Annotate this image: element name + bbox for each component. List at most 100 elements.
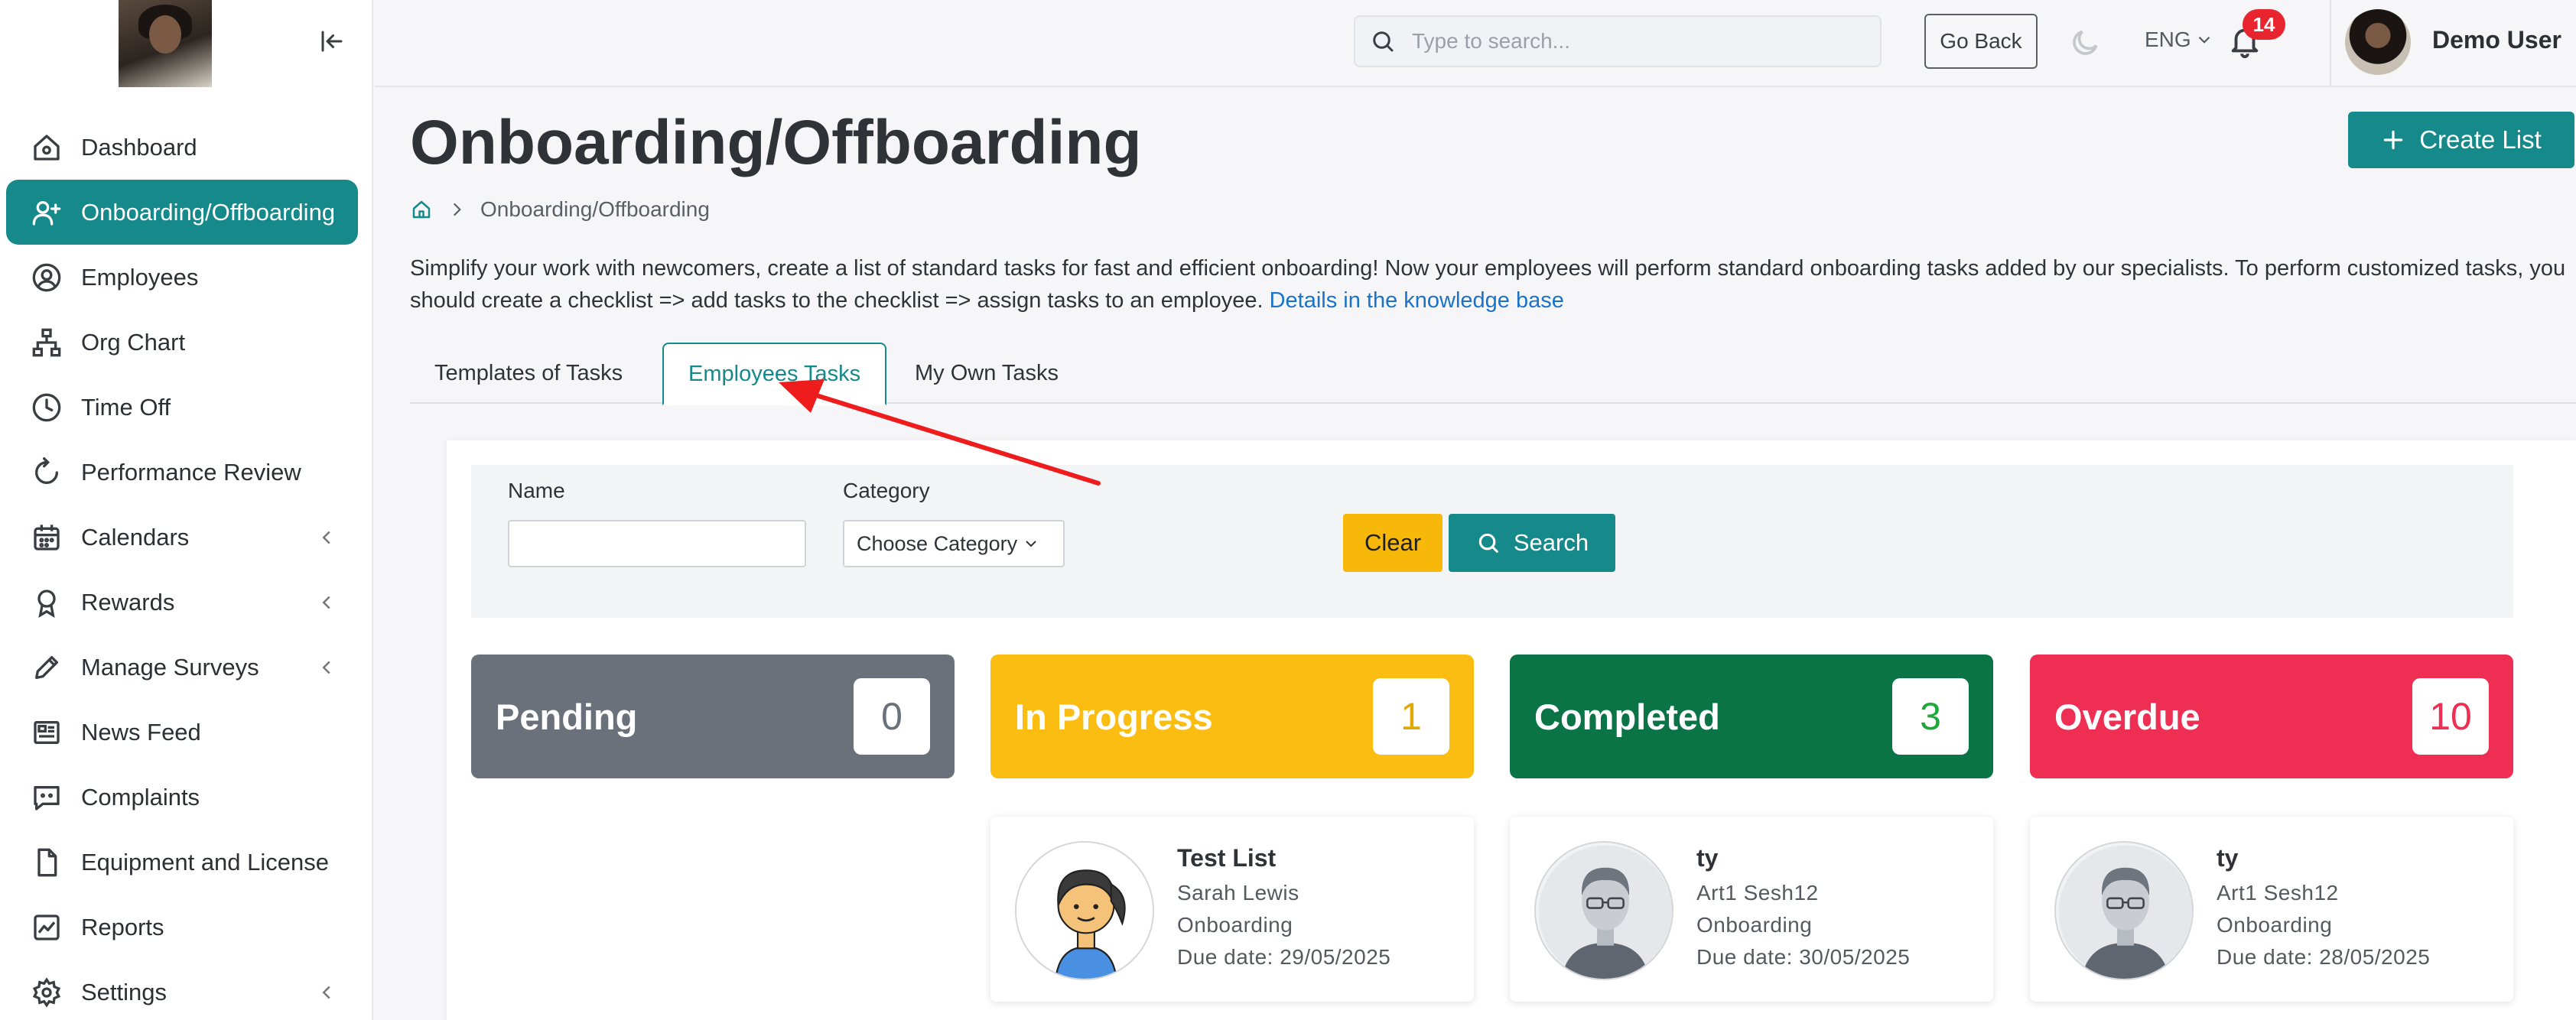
- language-label: ENG: [2145, 28, 2191, 51]
- sidebar-item-calendars[interactable]: Calendars: [6, 505, 358, 570]
- chevron-down-icon: [1026, 541, 1036, 547]
- breadcrumb-current: Onboarding/Offboarding: [480, 197, 710, 221]
- search-icon: [1373, 31, 1394, 52]
- search-button[interactable]: Search: [1449, 514, 1615, 572]
- tab-my-own-tasks[interactable]: My Own Tasks: [890, 343, 1083, 404]
- sidebar-item-news-feed[interactable]: News Feed: [6, 700, 358, 765]
- profile-face: [149, 15, 181, 54]
- calendar-icon: [29, 520, 64, 555]
- task-card[interactable]: ty Art1 Sesh12 Onboarding Due date: 30/0…: [1510, 817, 1993, 1002]
- status-completed[interactable]: Completed 3: [1510, 655, 1993, 778]
- refresh-icon: [29, 455, 64, 490]
- task-card-person: Art1 Sesh12: [1696, 881, 1819, 905]
- status-count: 1: [1373, 678, 1449, 755]
- home-icon: [29, 130, 64, 165]
- sidebar-item-label: Equipment and License: [81, 848, 330, 875]
- status-overdue[interactable]: Overdue 10: [2030, 655, 2513, 778]
- newspaper-icon: [29, 715, 64, 750]
- male-avatar-icon: [2054, 841, 2194, 980]
- name-label: Name: [508, 479, 565, 502]
- collapse-sidebar-icon[interactable]: [315, 24, 349, 58]
- status-count: 0: [854, 678, 930, 755]
- name-input[interactable]: [508, 520, 806, 567]
- task-card-title: ty: [1696, 844, 1719, 872]
- sidebar: Dashboard Onboarding/Offboarding Employe…: [0, 0, 373, 1020]
- sidebar-item-performance-review[interactable]: Performance Review: [6, 440, 358, 505]
- status-in-progress[interactable]: In Progress 1: [990, 655, 1474, 778]
- sidebar-item-label: Rewards: [81, 588, 175, 616]
- task-tabs: Templates of Tasks Employees Tasks My Ow…: [410, 343, 2576, 405]
- user-circle-icon: [29, 260, 64, 295]
- chart-line-icon: [29, 910, 64, 945]
- status-pending[interactable]: Pending 0: [471, 655, 955, 778]
- sidebar-item-employees[interactable]: Employees: [6, 245, 358, 310]
- award-icon: [29, 585, 64, 620]
- search-input[interactable]: [1412, 29, 1840, 54]
- sidebar-item-onboarding[interactable]: Onboarding/Offboarding: [6, 180, 358, 245]
- task-card[interactable]: Test List Sarah Lewis Onboarding Due dat…: [990, 817, 1474, 1002]
- sidebar-item-complaints[interactable]: Complaints: [6, 765, 358, 830]
- category-label: Category: [843, 479, 930, 502]
- topbar-divider: [2330, 0, 2331, 86]
- sidebar-item-org-chart[interactable]: Org Chart: [6, 310, 358, 375]
- sidebar-item-label: Complaints: [81, 783, 200, 810]
- sidebar-item-equipment[interactable]: Equipment and License: [6, 830, 358, 895]
- task-card[interactable]: ty Art1 Sesh12 Onboarding Due date: 28/0…: [2030, 817, 2513, 1002]
- sidebar-item-dashboard[interactable]: Dashboard: [6, 115, 358, 180]
- category-select-value: Choose Category: [857, 531, 1018, 555]
- task-card-title: ty: [2217, 844, 2239, 872]
- clear-button[interactable]: Clear: [1343, 514, 1442, 572]
- sidebar-item-label: Manage Surveys: [81, 653, 259, 681]
- task-card-type: Onboarding: [1177, 913, 1293, 937]
- tab-employees-tasks[interactable]: Employees Tasks: [662, 343, 887, 405]
- status-label: Pending: [496, 696, 638, 737]
- sidebar-item-label: Onboarding/Offboarding: [81, 198, 336, 226]
- search-button-label: Search: [1513, 529, 1589, 556]
- page-description: Simplify your work with newcomers, creat…: [410, 252, 2576, 317]
- status-count: 3: [1892, 678, 1969, 755]
- global-search[interactable]: [1354, 15, 1882, 67]
- language-selector[interactable]: ENG: [2145, 28, 2214, 52]
- sidebar-item-label: Calendars: [81, 523, 190, 551]
- avatar[interactable]: [2345, 9, 2411, 75]
- tab-templates-of-tasks[interactable]: Templates of Tasks: [410, 343, 647, 404]
- knowledge-base-link[interactable]: Details in the knowledge base: [1270, 288, 1564, 313]
- chevron-left-icon: [322, 986, 330, 999]
- breadcrumb: Onboarding/Offboarding: [410, 197, 710, 222]
- sidebar-item-rewards[interactable]: Rewards: [6, 570, 358, 635]
- go-back-button[interactable]: Go Back: [1924, 14, 2038, 69]
- sidebar-item-label: Settings: [81, 978, 168, 1005]
- chevron-left-icon: [322, 531, 330, 544]
- task-card-person: Sarah Lewis: [1177, 881, 1299, 905]
- user-plus-icon: [29, 195, 64, 230]
- task-card-due-date: Due date: 29/05/2025: [1177, 945, 1391, 969]
- user-name[interactable]: Demo User: [2432, 26, 2561, 54]
- create-list-label: Create List: [2419, 125, 2542, 154]
- sidebar-item-manage-surveys[interactable]: Manage Surveys: [6, 635, 358, 700]
- org-chart-icon: [29, 325, 64, 360]
- sidebar-item-label: Dashboard: [81, 133, 197, 161]
- task-card-title: Test List: [1177, 844, 1277, 872]
- sidebar-item-label: Performance Review: [81, 458, 301, 486]
- create-list-button[interactable]: Create List: [2348, 112, 2574, 168]
- home-icon[interactable]: [410, 198, 433, 221]
- notification-badge: 14: [2243, 9, 2285, 40]
- chevron-left-icon: [322, 661, 330, 674]
- sidebar-item-settings[interactable]: Settings: [6, 960, 358, 1020]
- page-title: Onboarding/Offboarding: [410, 108, 1142, 177]
- sidebar-item-label: News Feed: [81, 718, 201, 746]
- sidebar-profile-photo[interactable]: [119, 0, 212, 87]
- sidebar-item-time-off[interactable]: Time Off: [6, 375, 358, 440]
- sidebar-item-label: Reports: [81, 913, 164, 940]
- category-select[interactable]: Choose Category: [843, 520, 1065, 567]
- clock-icon: [29, 390, 64, 425]
- moon-icon[interactable]: [2068, 26, 2102, 60]
- sidebar-item-reports[interactable]: Reports: [6, 895, 358, 960]
- document-icon: [29, 845, 64, 880]
- status-label: Overdue: [2054, 696, 2200, 737]
- task-card-type: Onboarding: [1696, 913, 1813, 937]
- top-bar: Go Back ENG 14 Demo User: [375, 0, 2576, 87]
- task-card-type: Onboarding: [2217, 913, 2333, 937]
- pen-icon: [29, 650, 64, 685]
- female-avatar-icon: [1015, 841, 1154, 980]
